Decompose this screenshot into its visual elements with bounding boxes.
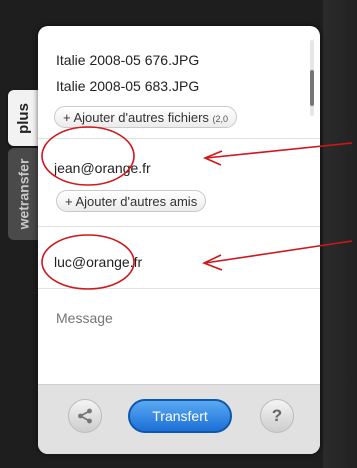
tab-wetransfer-label: wetransfer [15, 158, 31, 230]
total-size: (2,0 [212, 114, 229, 124]
sender-email-field[interactable] [54, 254, 254, 270]
panel-footer: Transfert ? [38, 384, 320, 454]
divider [38, 138, 320, 139]
share-icon [78, 408, 92, 424]
transfer-panel: Italie 2008-05 676.JPG Italie 2008-05 68… [38, 26, 320, 454]
add-files-button[interactable]: + Ajouter d'autres fichiers (2,0 [54, 106, 238, 128]
tab-plus[interactable]: plus [8, 90, 38, 146]
transfer-label: Transfert [152, 408, 208, 424]
add-files-label: + Ajouter d'autres fichiers [63, 110, 209, 125]
divider [38, 226, 320, 227]
help-icon: ? [271, 406, 283, 425]
file-item: Italie 2008-05 683.JPG [56, 78, 200, 94]
transfer-button[interactable]: Transfert [128, 399, 232, 433]
file-item: Italie 2008-05 676.JPG [56, 52, 200, 68]
background-right [323, 0, 357, 468]
tab-plus-label: plus [14, 102, 32, 134]
share-button[interactable] [68, 399, 102, 433]
add-friends-label: + Ajouter d'autres amis [65, 194, 198, 209]
help-button[interactable]: ? [260, 399, 294, 433]
add-friends-button[interactable]: + Ajouter d'autres amis [56, 190, 207, 212]
divider [38, 288, 320, 289]
file-list: Italie 2008-05 676.JPG Italie 2008-05 68… [38, 26, 320, 136]
message-field[interactable] [56, 310, 296, 326]
friend-email-field[interactable] [54, 160, 254, 176]
tab-wetransfer[interactable]: wetransfer [8, 148, 38, 240]
scrollbar-thumb[interactable] [310, 70, 314, 106]
